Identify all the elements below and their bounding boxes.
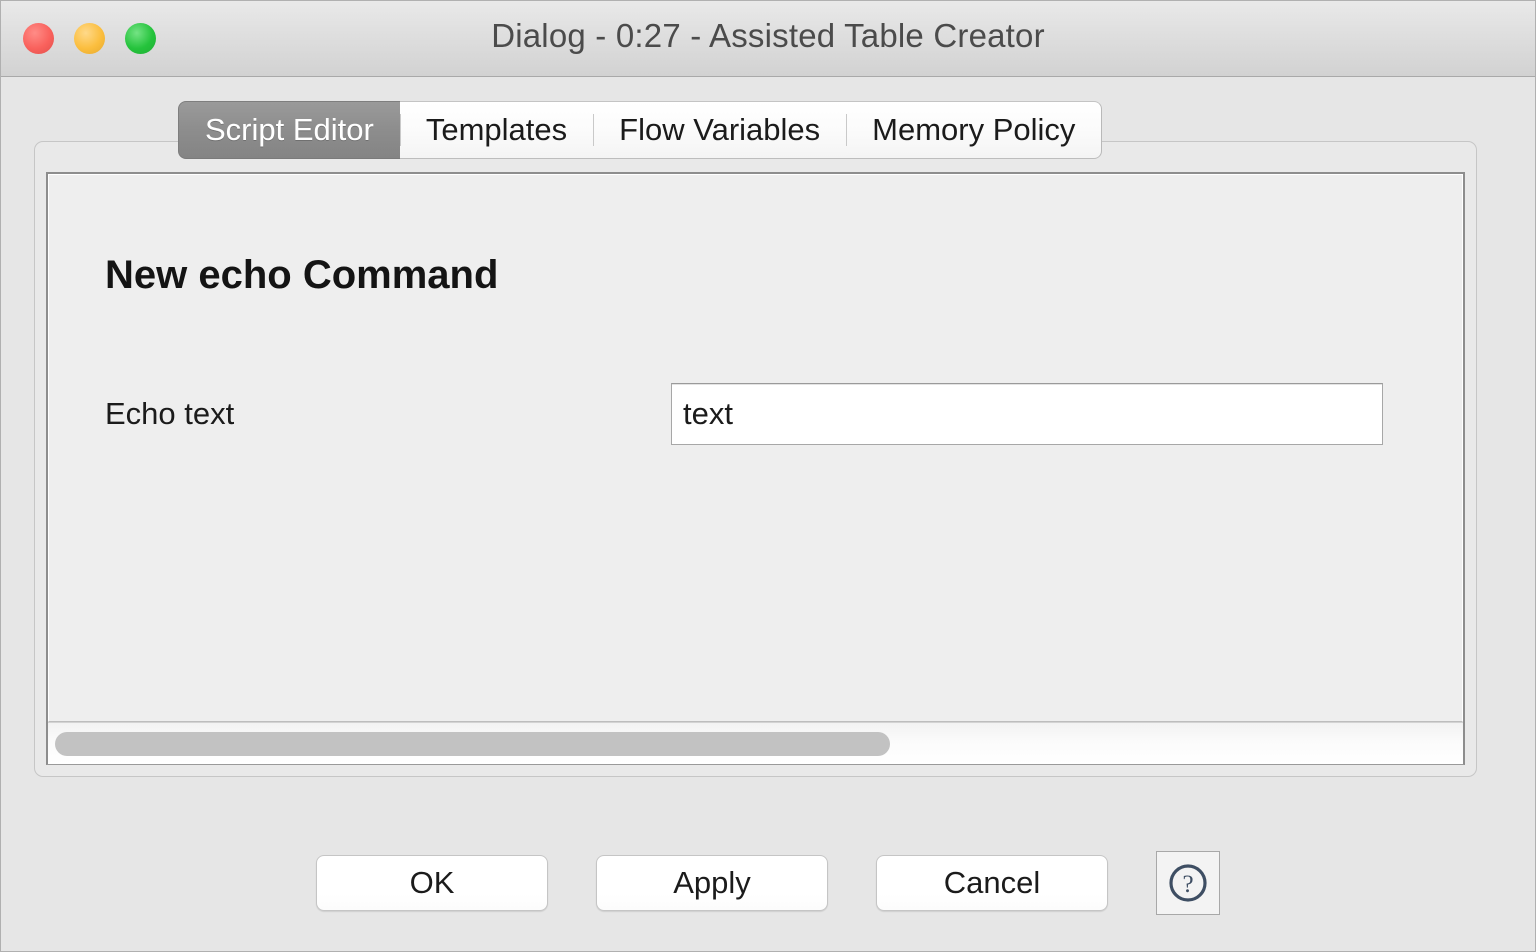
page-title: New echo Command [105, 253, 499, 297]
tab-script-editor[interactable]: Script Editor [178, 101, 400, 159]
tab-divider [846, 114, 848, 146]
tab-label: Memory Policy [872, 112, 1076, 147]
script-editor-frame: New echo Command Echo text [46, 172, 1465, 765]
tab-panel: New echo Command Echo text [34, 141, 1477, 777]
tab-strip: Script Editor Templates Flow Variables M… [178, 101, 1103, 159]
dialog-window: Dialog - 0:27 - Assisted Table Creator S… [0, 0, 1536, 952]
tab-divider [399, 114, 401, 146]
help-button[interactable]: ? [1156, 851, 1220, 915]
ok-button[interactable]: OK [316, 855, 548, 911]
dialog-footer: OK Apply Cancel ? [1, 851, 1535, 915]
title-bar: Dialog - 0:27 - Assisted Table Creator [1, 1, 1535, 77]
tab-templates[interactable]: Templates [399, 101, 594, 159]
tab-label: Templates [425, 112, 568, 147]
tab-label: Flow Variables [619, 112, 821, 147]
echo-text-label: Echo text [105, 396, 235, 431]
window-title: Dialog - 0:27 - Assisted Table Creator [491, 17, 1045, 54]
echo-text-input[interactable] [671, 383, 1383, 445]
echo-text-row: Echo text [105, 383, 1414, 445]
tab-flow-variables[interactable]: Flow Variables [593, 101, 847, 159]
apply-button[interactable]: Apply [596, 855, 828, 911]
tab-label: Script Editor [205, 112, 374, 147]
script-editor-content: New echo Command Echo text [48, 174, 1463, 722]
dialog-body: Script Editor Templates Flow Variables M… [1, 77, 1535, 951]
horizontal-scrollbar[interactable] [48, 722, 1463, 764]
question-mark-circle-icon: ? [1166, 861, 1210, 905]
tab-divider [593, 114, 595, 146]
scrollbar-thumb[interactable] [55, 732, 890, 756]
cancel-button[interactable]: Cancel [876, 855, 1108, 911]
svg-text:?: ? [1182, 871, 1193, 898]
tab-area: Script Editor Templates Flow Variables M… [34, 101, 1477, 777]
tab-memory-policy[interactable]: Memory Policy [846, 101, 1103, 159]
